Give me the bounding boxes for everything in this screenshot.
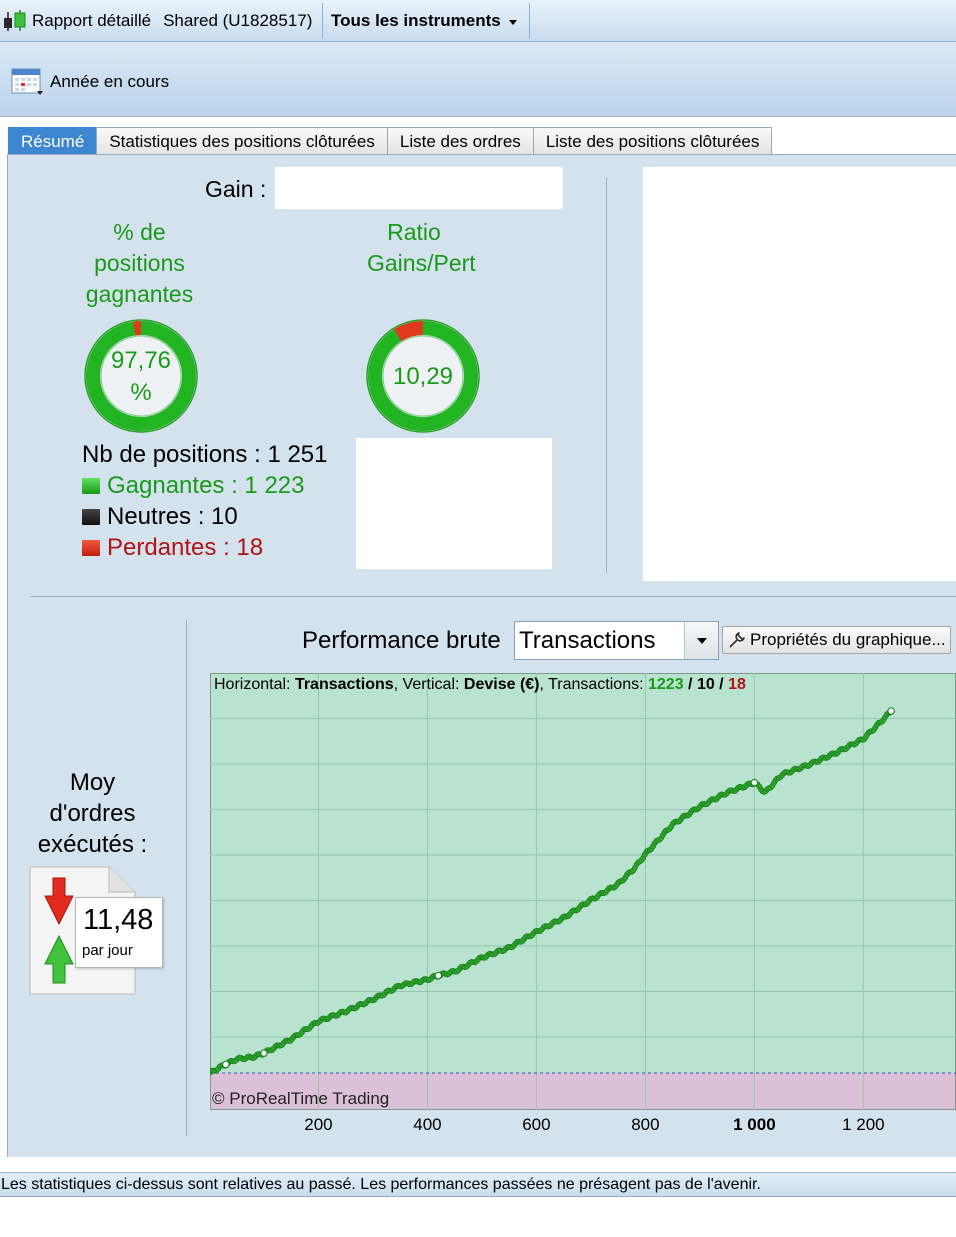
trade-marker: [222, 1060, 230, 1069]
losing-count: Perdantes : 18: [107, 534, 264, 561]
chart-losses-count: 18: [728, 676, 746, 693]
candlestick-icon: [2, 9, 28, 33]
wrench-icon: [729, 632, 745, 648]
avg-orders-value-box: 11,48 par jour: [75, 897, 163, 968]
calendar-icon: [10, 66, 44, 98]
summary-white-box: [356, 438, 552, 569]
ratio-title: Ratio Gains/Pert: [345, 217, 483, 279]
dropdown-button[interactable]: [684, 622, 718, 659]
instruments-dropdown[interactable]: Tous les instruments: [324, 3, 530, 39]
win-pct-title-line: % de: [113, 219, 166, 245]
performance-label: Performance brute: [302, 627, 501, 654]
avg-orders-unit: par jour: [82, 942, 133, 959]
win-pct-value: 97,76 %: [94, 345, 188, 409]
x-tick-label: 600: [522, 1115, 551, 1134]
chart-properties-button[interactable]: Propriétés du graphique...: [722, 626, 951, 654]
chart-header-text: /: [683, 676, 697, 693]
avg-orders-title: Moy d'ordres exécutés :: [30, 767, 155, 860]
x-tick-label: 800: [631, 1115, 660, 1134]
winning-count: Gagnantes : 1 223: [107, 472, 305, 499]
chart-wins-count: 1223: [648, 676, 684, 693]
chart-header-text: /: [714, 676, 729, 693]
report-window: Rapport détaillé Shared (U1828517) Tous …: [0, 0, 956, 1237]
performance-mode-select[interactable]: Transactions: [514, 621, 719, 660]
positions-counts: Nb de positions : 1 251 Gagnantes : 1 22…: [82, 439, 328, 563]
chevron-down-icon: [508, 19, 517, 25]
tab-orders-list[interactable]: Liste des ordres: [386, 127, 534, 155]
winning-row: Gagnantes : 1 223: [82, 470, 328, 501]
tab-bar: Résumé Statistiques des positions clôtur…: [8, 127, 773, 155]
trade-marker: [750, 778, 759, 787]
gain-value-box: [275, 167, 563, 209]
divider: [186, 620, 187, 1136]
win-pct-value-number: 97,76: [110, 347, 172, 374]
chevron-down-icon: [697, 638, 707, 644]
ratio-title-line: Ratio: [387, 219, 441, 245]
x-tick-label: 1 200: [842, 1115, 885, 1134]
chart-header-text: Devise (€): [463, 676, 540, 693]
chart-header-text: Horizontal:: [214, 676, 291, 693]
ratio-title-line: Gains/Pert: [367, 250, 476, 276]
chart-header: Horizontal: Transactions, Vertical: Devi…: [214, 676, 746, 694]
trade-marker: [260, 1049, 268, 1057]
tab-closed-positions-list[interactable]: Liste des positions clôturées: [532, 127, 773, 155]
instruments-label: Tous les instruments: [331, 11, 501, 30]
neutral-count: Neutres : 10: [107, 503, 238, 530]
x-tick-label: 200: [304, 1115, 333, 1134]
ratio-value: 10,29: [392, 363, 454, 390]
chart-header-text: , Vertical:: [393, 676, 460, 693]
divider: [30, 596, 956, 597]
win-pct-title-line: gagnantes: [85, 281, 194, 307]
performance-mode-value: Transactions: [519, 627, 656, 654]
chart-watermark: © ProRealTime Trading: [212, 1089, 390, 1108]
green-square-icon: [82, 477, 100, 494]
summary-right-box: [643, 167, 956, 581]
black-square-icon: [82, 508, 100, 525]
trade-marker: [887, 707, 895, 715]
gain-label: Gain :: [205, 176, 267, 202]
chart-properties-label: Propriétés du graphique...: [750, 630, 946, 649]
win-pct-value-unit: %: [130, 379, 152, 406]
x-tick-label: 1 000: [733, 1115, 776, 1134]
report-selector[interactable]: Rapport détaillé Shared (U1828517): [0, 3, 323, 39]
chart-positive-area: [210, 673, 956, 1073]
avg-orders-title-line: exécutés :: [37, 831, 148, 858]
losing-row: Perdantes : 18: [82, 532, 328, 563]
account-label: Shared (U1828517): [163, 11, 313, 30]
period-label: Année en cours: [50, 72, 170, 91]
loss-slice: [393, 321, 424, 342]
status-bar: Les statistiques ci-dessus sont relative…: [0, 1172, 956, 1197]
win-pct-title-line: positions: [94, 250, 185, 276]
chart-neutral-count: 10: [696, 676, 715, 693]
neutral-row: Neutres : 10: [82, 501, 328, 532]
performance-chart: [210, 673, 956, 1110]
top-toolbar: Rapport détaillé Shared (U1828517) Tous …: [0, 0, 956, 42]
win-pct-title: % de positions gagnantes: [62, 217, 217, 310]
positions-total: Nb de positions : 1 251: [82, 441, 328, 468]
report-label: Rapport détaillé: [32, 11, 152, 30]
divider: [606, 178, 607, 573]
period-selector[interactable]: Année en cours: [10, 66, 169, 98]
period-bar: Année en cours: [0, 42, 956, 117]
red-square-icon: [82, 539, 100, 556]
avg-orders-title-line: d'ordres: [49, 800, 136, 827]
avg-orders-value: 11,48: [83, 904, 154, 936]
trade-marker: [434, 971, 443, 980]
chart-header-text: , Transactions:: [539, 676, 644, 693]
avg-orders-title-line: Moy: [69, 769, 116, 796]
tab-resume[interactable]: Résumé: [8, 127, 98, 155]
tab-closed-positions-stats[interactable]: Statistiques des positions clôturées: [96, 127, 388, 155]
chart-header-text: Transactions: [294, 676, 394, 693]
x-tick-label: 400: [413, 1115, 442, 1134]
